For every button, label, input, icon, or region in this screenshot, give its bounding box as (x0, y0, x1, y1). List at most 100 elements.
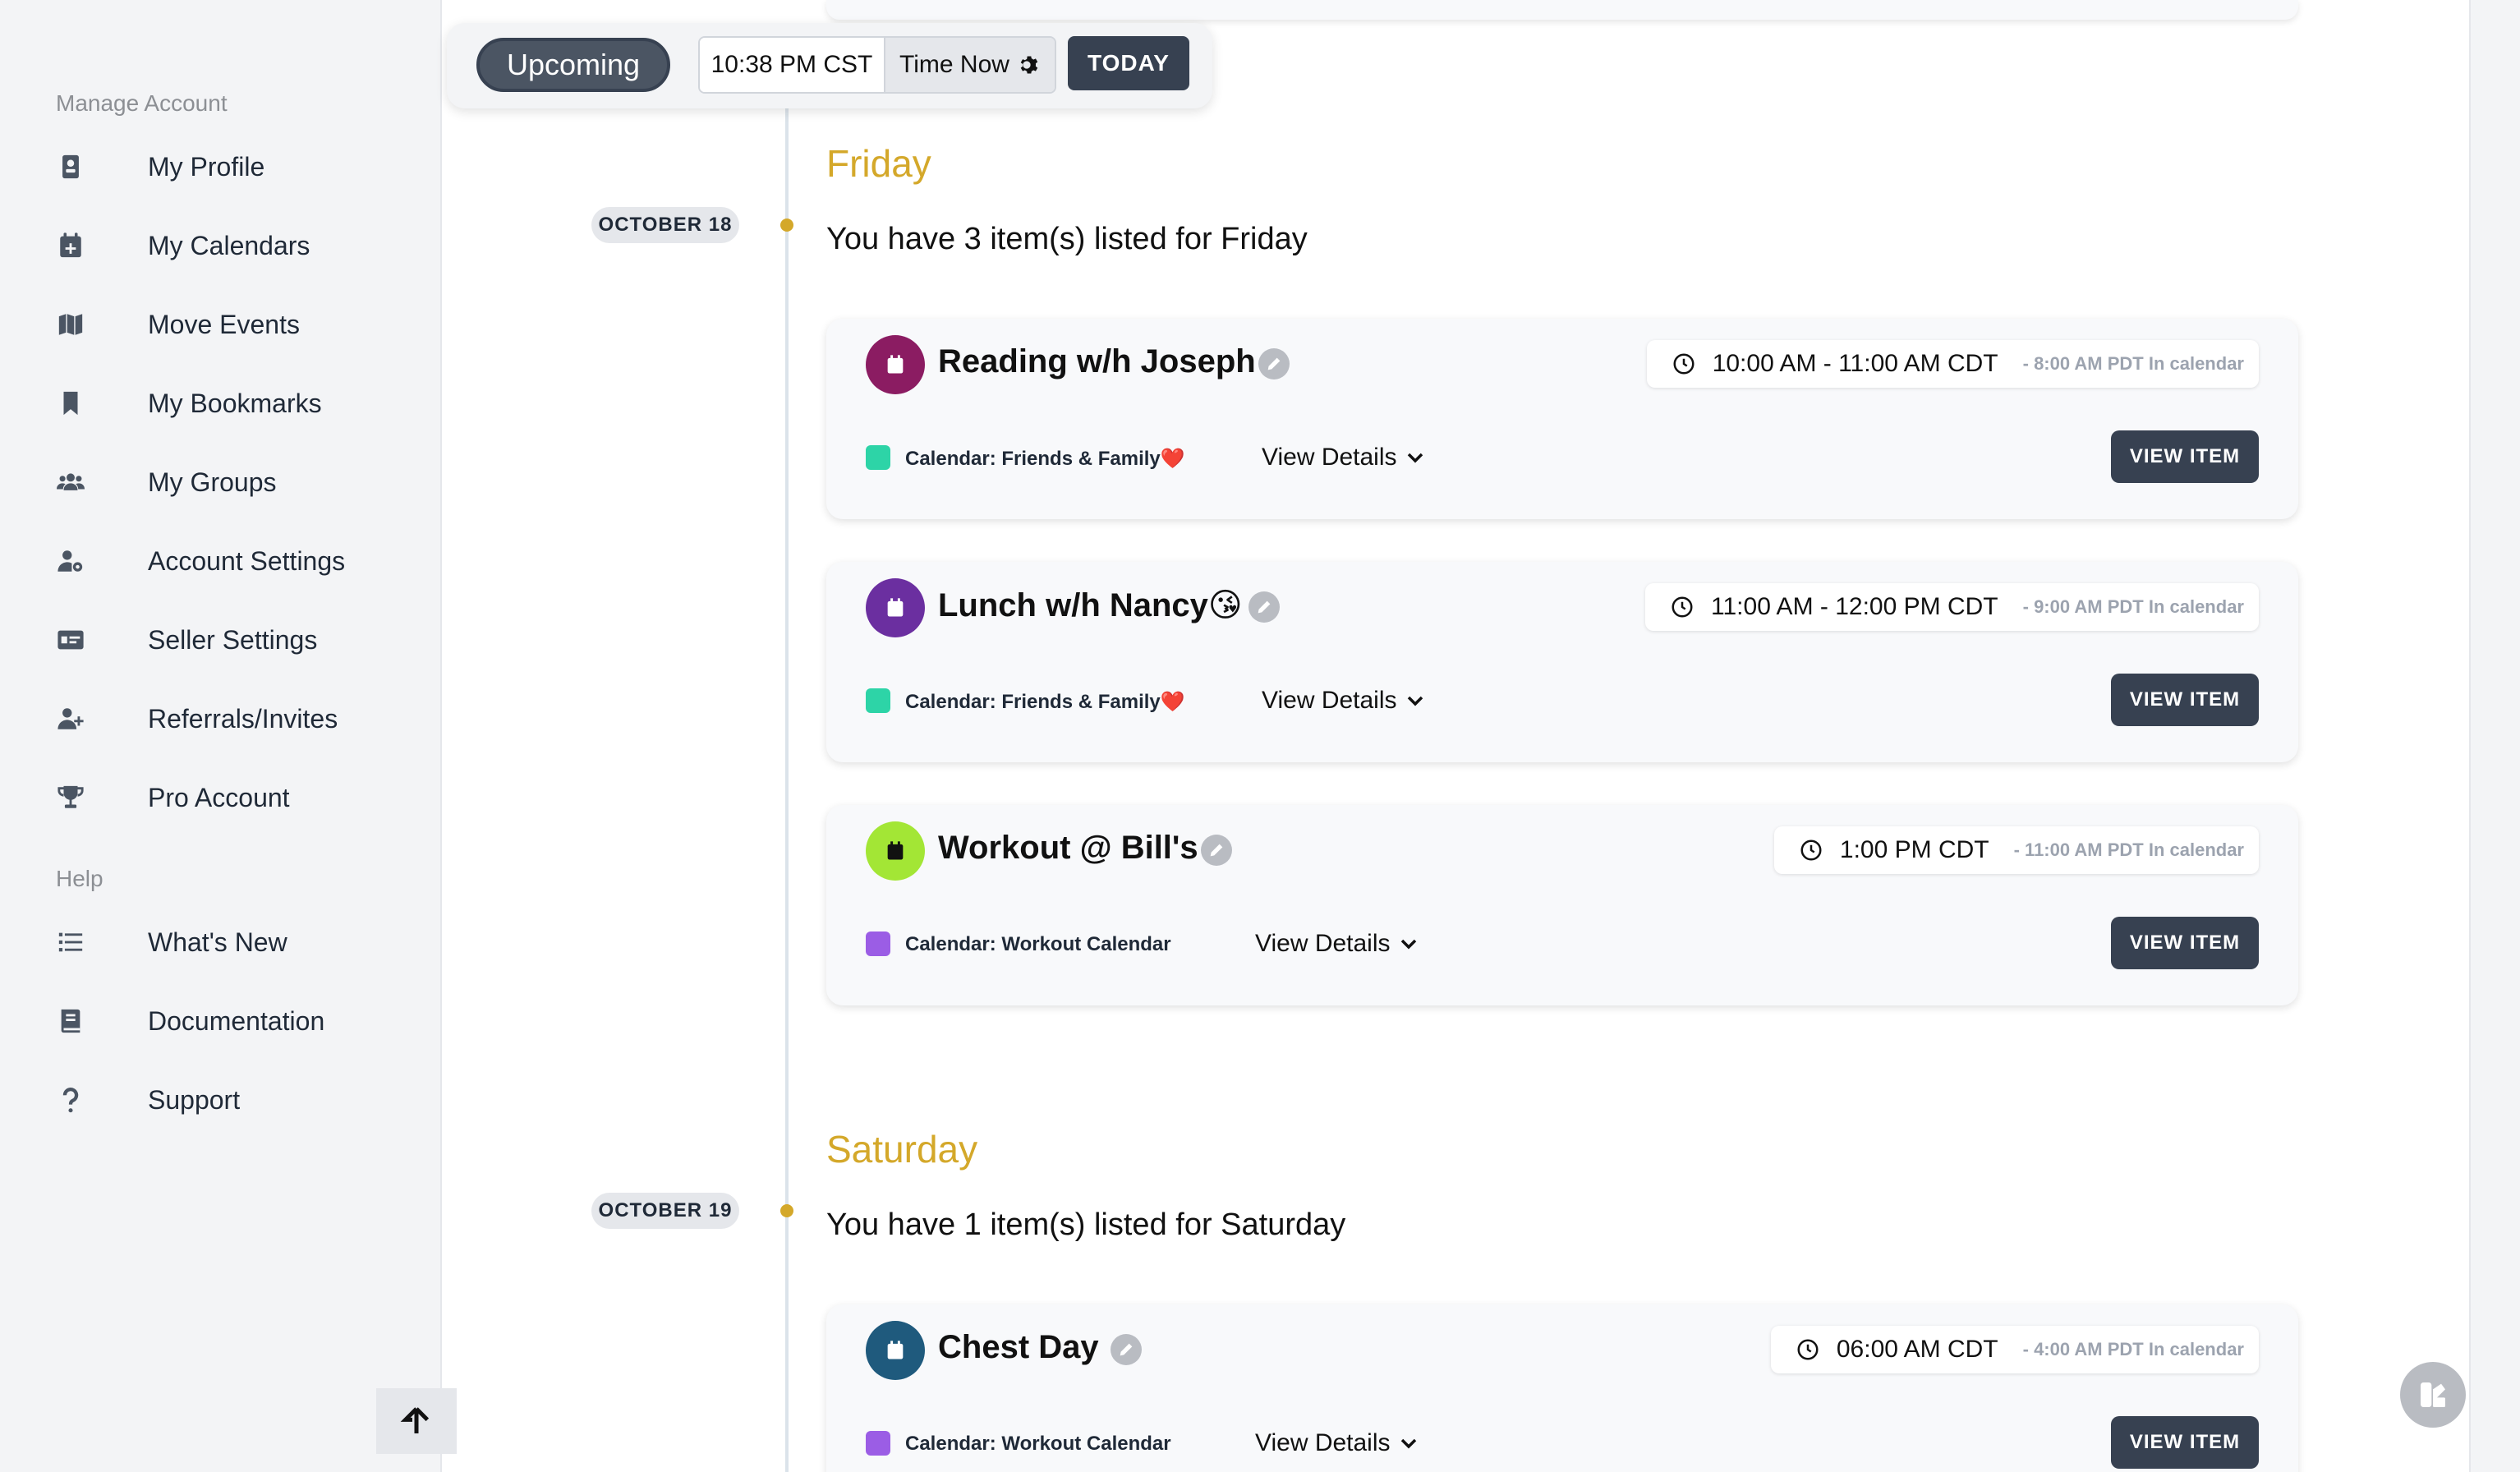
sidebar-item-label: My Groups (148, 467, 277, 497)
view-item-button[interactable]: VIEW ITEM (2111, 430, 2259, 483)
event-time: 1:00 PM CDT (1839, 836, 1989, 863)
chevron-down-icon (1400, 1438, 1416, 1449)
day-title: Saturday (826, 1128, 978, 1171)
event-alt-time: - 11:00 AM PDT In calendar (2013, 840, 2244, 860)
map-icon (53, 306, 89, 343)
sidebar-item-documentation[interactable]: Documentation (0, 988, 442, 1054)
sidebar-item-label: Account Settings (148, 545, 346, 576)
sidebar-item-label: Seller Settings (148, 624, 318, 655)
arrow-up-icon (400, 1407, 430, 1433)
view-details-toggle[interactable]: View Details (1262, 444, 1425, 472)
money-card-icon (53, 622, 89, 658)
calendar-color-swatch (866, 445, 890, 470)
calendar-label: Calendar: Friends & Family❤️ (905, 448, 1185, 470)
sidebar-item-label: Support (148, 1084, 241, 1115)
clock-icon (1800, 840, 1822, 861)
user-plus-icon (53, 701, 89, 737)
sidebar: Manage Account My Profile My Calendars M… (0, 0, 457, 1472)
event-time: 11:00 AM - 12:00 PM CDT (1711, 593, 1998, 620)
event-calendar-icon (866, 578, 925, 637)
user-cog-icon (53, 543, 89, 579)
sidebar-item-my-calendars[interactable]: My Calendars (0, 213, 442, 278)
sidebar-item-support[interactable]: Support (0, 1067, 442, 1133)
calendar-plus-icon (53, 228, 89, 264)
view-item-button[interactable]: VIEW ITEM (2111, 674, 2259, 726)
event-time-box: 06:00 AM CDT - 4:00 AM PDT In calendar (1770, 1326, 2259, 1373)
theme-toggle-button[interactable] (2400, 1362, 2466, 1428)
pencil-icon[interactable] (1249, 591, 1280, 623)
pencil-icon[interactable] (1111, 1334, 1142, 1365)
chevron-down-icon (1400, 939, 1416, 950)
sidebar-item-whats-new[interactable]: What's New (0, 909, 442, 975)
manage-account-heading: Manage Account (56, 90, 228, 116)
palette-icon (2421, 1382, 2445, 1407)
calendar-label: Calendar: Friends & Family❤️ (905, 691, 1185, 713)
current-time-display[interactable]: 10:38 PM CST (700, 38, 885, 92)
previous-event-card (826, 0, 2298, 20)
sidebar-item-label: Move Events (148, 309, 300, 339)
day-summary: You have 3 item(s) listed for Friday (826, 222, 1308, 256)
calendar-label: Calendar: Workout Calendar (905, 1433, 1171, 1455)
sidebar-item-referrals-invites[interactable]: Referrals/Invites (0, 686, 442, 752)
event-title[interactable]: Reading w/h Joseph (938, 343, 1256, 380)
date-badge: OCTOBER 19 (591, 1193, 739, 1229)
date-badge: OCTOBER 18 (591, 207, 739, 243)
sidebar-item-my-bookmarks[interactable]: My Bookmarks (0, 370, 442, 436)
view-details-toggle[interactable]: View Details (1255, 1429, 1419, 1457)
event-title[interactable]: Lunch w/h Nancy😘 (938, 586, 1243, 624)
today-button[interactable]: TODAY (1068, 36, 1189, 90)
sidebar-item-my-profile[interactable]: My Profile (0, 134, 442, 200)
time-now-button[interactable]: Time Now (885, 38, 1055, 92)
sidebar-item-label: My Calendars (148, 230, 310, 260)
event-time-box: 10:00 AM - 11:00 AM CDT - 8:00 AM PDT In… (1646, 340, 2259, 388)
sidebar-item-label: Pro Account (148, 782, 290, 812)
sidebar-item-seller-settings[interactable]: Seller Settings (0, 607, 442, 673)
event-card: Chest Day 06:00 AM CDT - 4:00 AM PDT In … (826, 1304, 2298, 1472)
day-title: Friday (826, 142, 931, 185)
time-control-group: 10:38 PM CST Time Now (698, 36, 1056, 94)
sidebar-item-my-groups[interactable]: My Groups (0, 449, 442, 515)
clock-icon (1797, 1339, 1819, 1360)
calendar-label: Calendar: Workout Calendar (905, 933, 1171, 955)
right-panel-edge (2469, 0, 2520, 1472)
clock-icon (1673, 353, 1695, 375)
event-alt-time: - 9:00 AM PDT In calendar (2022, 596, 2244, 617)
event-title[interactable]: Chest Day (938, 1329, 1099, 1366)
view-details-toggle[interactable]: View Details (1255, 930, 1419, 958)
scroll-to-top-button[interactable] (376, 1388, 457, 1454)
upcoming-toggle[interactable]: Upcoming (476, 38, 670, 92)
sidebar-item-move-events[interactable]: Move Events (0, 292, 442, 357)
event-card: Workout @ Bill's 1:00 PM CDT - 11:00 AM … (826, 805, 2298, 1005)
trophy-icon (53, 780, 89, 816)
event-card: Lunch w/h Nancy😘 11:00 AM - 12:00 PM CDT… (826, 562, 2298, 762)
timeline-dot (780, 218, 793, 232)
event-title[interactable]: Workout @ Bill's (938, 830, 1198, 867)
event-time-box: 11:00 AM - 12:00 PM CDT - 9:00 AM PDT In… (1645, 583, 2259, 631)
list-icon (53, 924, 89, 960)
event-time-box: 1:00 PM CDT - 11:00 AM PDT In calendar (1773, 826, 2259, 874)
view-item-button[interactable]: VIEW ITEM (2111, 1416, 2259, 1469)
calendar-color-swatch (866, 1431, 890, 1456)
calendar-color-swatch (866, 932, 890, 956)
time-toolbar: Upcoming 10:38 PM CST Time Now TODAY (447, 23, 1212, 108)
id-badge-icon (53, 149, 89, 185)
pencil-icon[interactable] (1201, 835, 1232, 866)
users-icon (53, 464, 89, 500)
time-now-label: Time Now (899, 51, 1009, 78)
bookmark-icon (53, 385, 89, 421)
event-calendar-icon (866, 335, 925, 394)
chevron-down-icon (1407, 696, 1423, 706)
help-heading: Help (56, 866, 103, 891)
pencil-icon[interactable] (1258, 348, 1290, 380)
view-details-label: View Details (1255, 930, 1391, 957)
sidebar-item-pro-account[interactable]: Pro Account (0, 765, 442, 830)
view-details-label: View Details (1255, 1429, 1391, 1456)
event-calendar-icon (866, 821, 925, 881)
sidebar-item-account-settings[interactable]: Account Settings (0, 528, 442, 594)
sidebar-item-label: Referrals/Invites (148, 703, 338, 734)
view-item-button[interactable]: VIEW ITEM (2111, 917, 2259, 969)
view-details-toggle[interactable]: View Details (1262, 687, 1425, 715)
event-card: Reading w/h Joseph 10:00 AM - 11:00 AM C… (826, 319, 2298, 519)
question-icon (53, 1082, 89, 1118)
view-details-label: View Details (1262, 687, 1397, 714)
